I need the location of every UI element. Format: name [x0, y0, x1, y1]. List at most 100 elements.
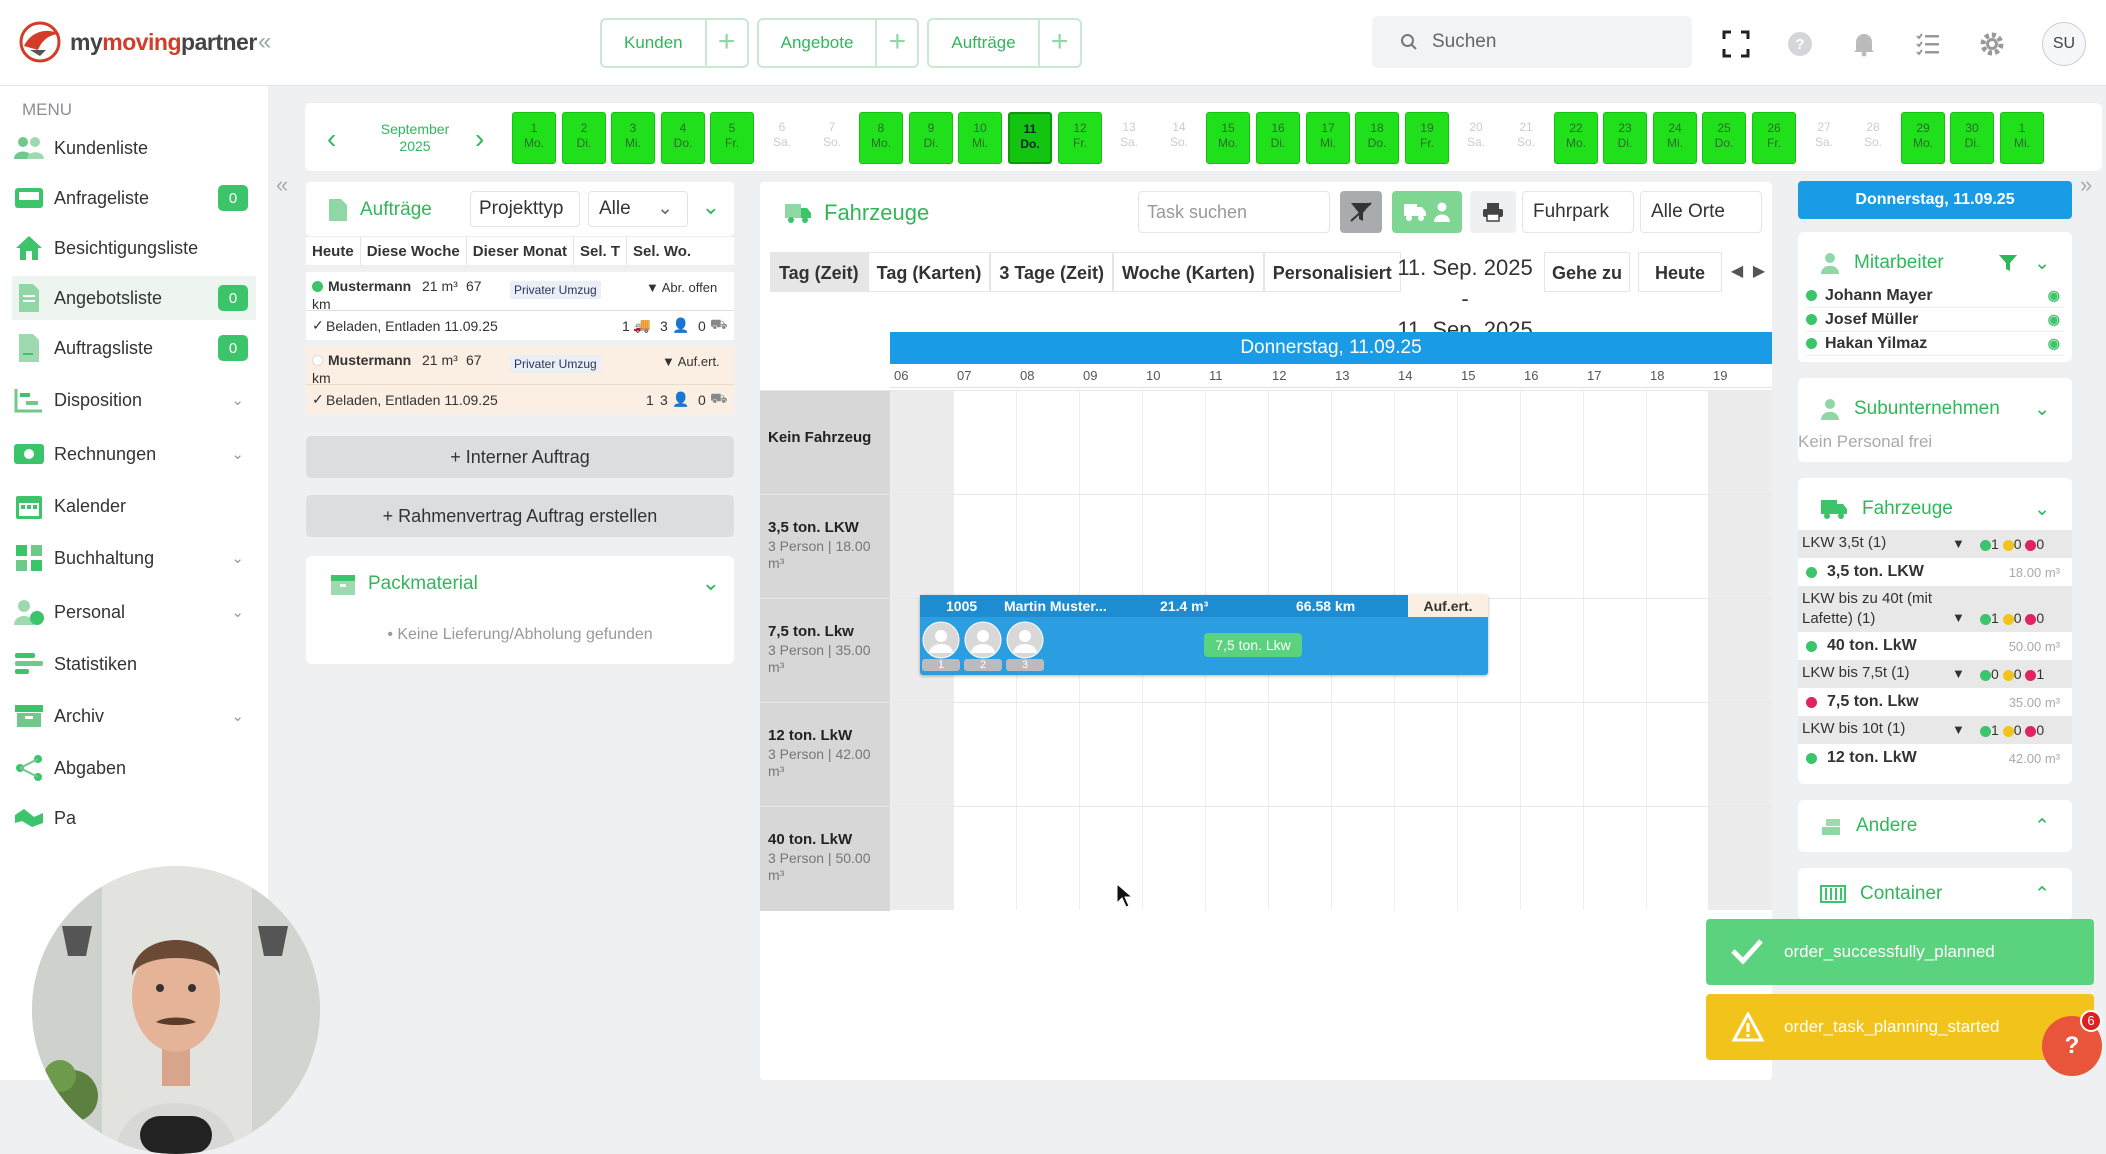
user-avatar[interactable]: SU: [2042, 22, 2086, 66]
staff-slot[interactable]: 1: [922, 621, 962, 671]
prev-day-icon[interactable]: ◀: [1726, 252, 1748, 292]
vehicle-row[interactable]: 3,5 ton. LKW 3 Person | 18.00 m³: [760, 494, 1772, 599]
collapse-sidebar-icon[interactable]: «: [258, 28, 271, 56]
fuhrpark-select[interactable]: Fuhrpark: [1522, 191, 1634, 233]
sidebar-item-statistiken[interactable]: Statistiken: [12, 642, 256, 686]
eye-icon[interactable]: ◉: [2048, 311, 2060, 328]
employee-item[interactable]: Johann Mayer ◉: [1806, 284, 2064, 308]
chevron-up-icon[interactable]: ⌃: [2034, 883, 2050, 906]
calendar-day[interactable]: 11 Do.: [1008, 112, 1052, 164]
chevron-up-icon[interactable]: ⌃: [2034, 815, 2050, 838]
calendar-day[interactable]: 29 Mo.: [1901, 112, 1945, 164]
vehicle-group-header[interactable]: LKW bis 7,5t (1) ▼ 0 0 1: [1798, 660, 2072, 688]
orte-select[interactable]: Alle Orte: [1640, 191, 1762, 233]
order-card[interactable]: Mustermann 21 m³ 67 km Privater Umzug ▼ …: [306, 272, 734, 340]
chevron-down-icon[interactable]: ⌄: [2034, 398, 2050, 421]
task-search-input[interactable]: Task suchen: [1138, 191, 1330, 233]
sidebar-item-anfrageliste[interactable]: Anfrageliste 0: [12, 176, 256, 220]
add-angebot-icon[interactable]: +: [877, 20, 917, 66]
calendar-day[interactable]: 26 Fr.: [1752, 112, 1796, 164]
chevron-down-icon[interactable]: ⌄: [2034, 498, 2050, 521]
calendar-day[interactable]: 12 Fr.: [1058, 112, 1102, 164]
sidebar-item-personal[interactable]: Personal ⌄: [12, 590, 256, 634]
tab-woche-karten[interactable]: Woche (Karten): [1113, 252, 1264, 292]
goto-button[interactable]: Gehe zu: [1544, 252, 1630, 292]
warning-toast[interactable]: order_task_planning_started: [1706, 994, 2094, 1060]
sidebar-item-buchhaltung[interactable]: Buchhaltung ⌄: [12, 536, 256, 580]
sidebar-item-partner[interactable]: Pa: [12, 796, 256, 840]
interner-auftrag-button[interactable]: + Interner Auftrag: [306, 436, 734, 478]
tab-sel-woche[interactable]: Sel. Wo.: [627, 237, 697, 265]
vehicle-group-header[interactable]: LKW bis zu 40t (mit Lafette) (1) ▼ 1 0 0: [1798, 586, 2072, 632]
subunternehmen-header[interactable]: Subunternehmen ⌄: [1798, 378, 2072, 440]
calendar-day[interactable]: 13 Sa.: [1107, 112, 1151, 164]
vehicle-group-header[interactable]: LKW 3,5t (1) ▼ 1 0 0: [1798, 530, 2072, 558]
chevron-down-icon[interactable]: ⌄: [702, 570, 720, 596]
auftraege-button[interactable]: Aufträge: [929, 20, 1040, 66]
vehicle-row[interactable]: Kein Fahrzeug: [760, 390, 1772, 495]
staff-slot[interactable]: 3: [1006, 621, 1046, 671]
sidebar-item-archiv[interactable]: Archiv ⌄: [12, 694, 256, 738]
tab-3-tage-zeit[interactable]: 3 Tage (Zeit): [990, 252, 1114, 292]
employee-item[interactable]: Hakan Yilmaz ◉: [1806, 332, 2064, 356]
projekttyp-select[interactable]: Projekttyp: [470, 191, 580, 227]
sidebar-item-kundenliste[interactable]: Kundenliste: [12, 126, 256, 170]
container-header[interactable]: Container ⌃: [1798, 868, 2072, 920]
sidebar-item-kalender[interactable]: Kalender: [12, 484, 256, 528]
order-status[interactable]: ▼ Abr. offen: [646, 280, 717, 295]
calendar-day[interactable]: 3 Mi.: [611, 112, 655, 164]
andere-header[interactable]: Andere ⌃: [1798, 800, 2072, 852]
bell-icon[interactable]: [1844, 24, 1884, 64]
vehicle-group-header[interactable]: LKW bis 10t (1) ▼ 1 0 0: [1798, 716, 2072, 744]
search-input[interactable]: Suchen: [1372, 16, 1692, 68]
print-button[interactable]: [1470, 191, 1516, 233]
calendar-day[interactable]: 1 Mi.: [2000, 112, 2044, 164]
calendar-day[interactable]: 18 Do.: [1355, 112, 1399, 164]
add-kunde-icon[interactable]: +: [707, 20, 747, 66]
tab-heute[interactable]: Heute: [306, 237, 361, 265]
vehicle-item[interactable]: 7,5 ton. Lkw 35.00 m³: [1806, 688, 2064, 716]
next-month-icon[interactable]: ›: [475, 123, 484, 155]
calendar-day[interactable]: 23 Di.: [1603, 112, 1647, 164]
sidebar-item-disposition[interactable]: Disposition ⌄: [12, 378, 256, 422]
calendar-day[interactable]: 1 Mo.: [512, 112, 556, 164]
today-button[interactable]: Heute: [1638, 252, 1722, 292]
calendar-day[interactable]: 25 Do.: [1702, 112, 1746, 164]
sidebar-item-rechnungen[interactable]: Rechnungen ⌄: [12, 432, 256, 476]
success-toast[interactable]: order_successfully_planned: [1706, 919, 2094, 985]
tasklist-icon[interactable]: [1908, 24, 1948, 64]
angebote-button[interactable]: Angebote: [759, 20, 878, 66]
collapse-triangle-icon[interactable]: ▼: [1952, 608, 1965, 628]
sidebar-item-angebotsliste[interactable]: Angebotsliste 0: [12, 276, 256, 320]
calendar-day[interactable]: 2 Di.: [562, 112, 606, 164]
calendar-day[interactable]: 21 So.: [1504, 112, 1548, 164]
calendar-day[interactable]: 30 Di.: [1950, 112, 1994, 164]
calendar-day[interactable]: 9 Di.: [909, 112, 953, 164]
status-filter-select[interactable]: Alle ⌄: [588, 191, 688, 227]
calendar-day[interactable]: 22 Mo.: [1554, 112, 1598, 164]
employee-item[interactable]: Josef Müller ◉: [1806, 308, 2064, 332]
staff-slot[interactable]: 2: [964, 621, 1004, 671]
scheduled-order-event[interactable]: 1005 Martin Muster... 21.4 m³ 66.58 km A…: [920, 595, 1488, 675]
kunden-button[interactable]: Kunden: [602, 20, 707, 66]
vehicle-row[interactable]: 40 ton. LkW 3 Person | 50.00 m³: [760, 806, 1772, 911]
brand-logo[interactable]: mymovingpartner: [18, 20, 257, 64]
calendar-day[interactable]: 8 Mo.: [859, 112, 903, 164]
selected-date-button[interactable]: Donnerstag, 11.09.25: [1798, 181, 2072, 219]
order-status[interactable]: ▼ Auf.ert.: [662, 354, 720, 369]
calendar-day[interactable]: 14 So.: [1157, 112, 1201, 164]
calendar-day[interactable]: 10 Mi.: [958, 112, 1002, 164]
tab-sel-tag[interactable]: Sel. T: [574, 237, 627, 265]
tab-diese-woche[interactable]: Diese Woche: [361, 237, 467, 265]
sidebar-item-besichtigungsliste[interactable]: Besichtigungsliste: [12, 226, 256, 270]
rahmenvertrag-button[interactable]: + Rahmenvertrag Auftrag erstellen: [306, 495, 734, 537]
chevron-down-icon[interactable]: ⌄: [702, 194, 720, 220]
add-auftrag-icon[interactable]: +: [1040, 20, 1080, 66]
filter-icon[interactable]: [1998, 254, 2018, 272]
calendar-day[interactable]: 4 Do.: [661, 112, 705, 164]
vehicle-row[interactable]: 12 ton. LkW 3 Person | 42.00 m³: [760, 702, 1772, 807]
expand-right-icon[interactable]: »: [2080, 172, 2092, 198]
calendar-day[interactable]: 17 Mi.: [1306, 112, 1350, 164]
collapse-triangle-icon[interactable]: ▼: [1952, 664, 1965, 684]
collapse-left-icon[interactable]: «: [276, 172, 288, 198]
